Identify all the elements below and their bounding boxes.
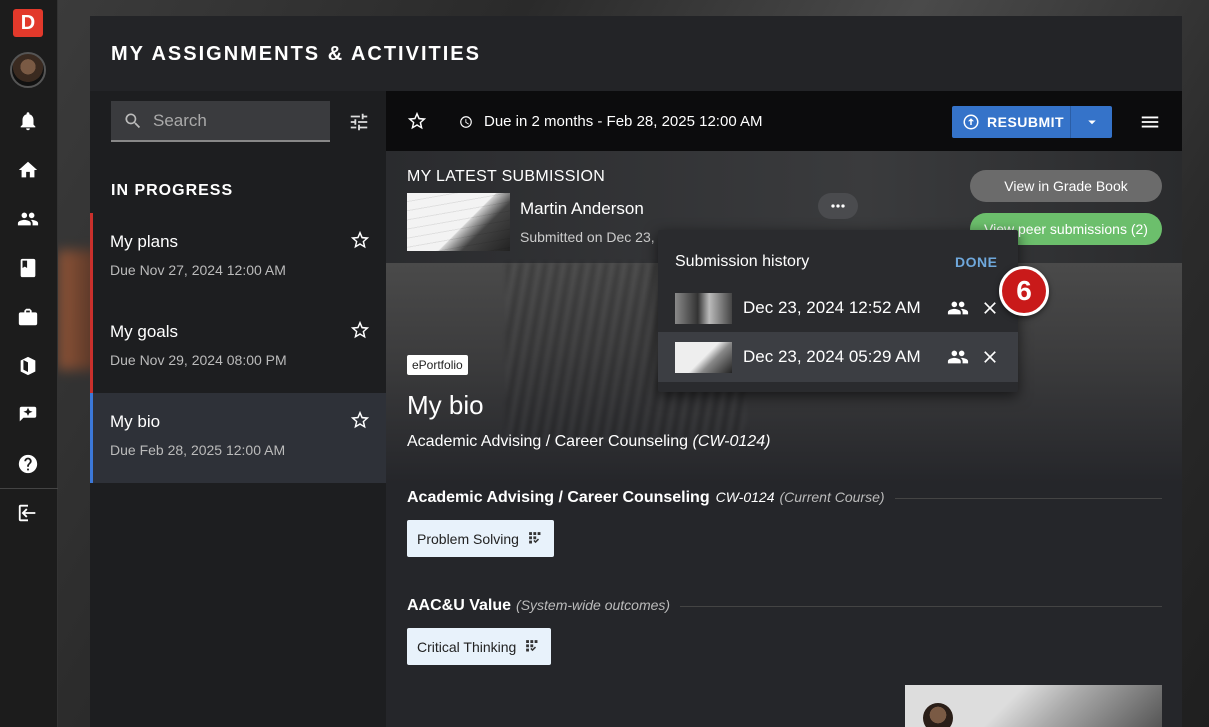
popup-title: Submission history bbox=[675, 253, 810, 270]
rail-divider bbox=[0, 488, 58, 489]
done-button[interactable]: DONE bbox=[955, 254, 997, 270]
latest-submission-heading: MY LATEST SUBMISSION bbox=[407, 168, 606, 185]
section-label: IN PROGRESS bbox=[111, 182, 234, 199]
badge-icon[interactable] bbox=[17, 404, 39, 426]
rubric-grid-icon bbox=[529, 532, 541, 544]
star-icon[interactable] bbox=[406, 110, 428, 132]
step-number-badge: 6 bbox=[999, 266, 1049, 316]
item-title: My bio bbox=[110, 412, 161, 431]
star-icon[interactable] bbox=[349, 319, 371, 341]
course-name: Academic Advising / Career Counseling bbox=[407, 433, 689, 450]
resubmit-split-button: RESUBMIT bbox=[952, 106, 1112, 138]
close-icon[interactable] bbox=[980, 298, 1000, 318]
book-icon[interactable] bbox=[17, 257, 39, 279]
chip-label: Problem Solving bbox=[417, 530, 519, 547]
history-entry-selected[interactable]: Dec 23, 2024 05:29 AM bbox=[658, 332, 1018, 382]
star-icon[interactable] bbox=[349, 229, 371, 251]
course-subtitle: Academic Advising / Career Counseling (C… bbox=[407, 433, 770, 451]
briefcase-icon[interactable] bbox=[17, 306, 39, 328]
resubmit-label: RESUBMIT bbox=[987, 114, 1065, 130]
people-icon[interactable] bbox=[17, 208, 39, 230]
history-thumbnail bbox=[675, 342, 732, 373]
item-title: My plans bbox=[110, 232, 179, 251]
outcome-chip-critical-thinking[interactable]: Critical Thinking bbox=[407, 628, 552, 665]
item-due-date: Due Feb 28, 2025 12:00 AM bbox=[110, 442, 286, 458]
submitted-date: Submitted on Dec 23, bbox=[520, 229, 655, 245]
detail-toolbar: Due in 2 months - Feb 28, 2025 12:00 AM … bbox=[386, 91, 1182, 151]
people-icon[interactable] bbox=[947, 346, 969, 368]
assignment-title: My bio bbox=[407, 390, 484, 420]
app-logo[interactable]: D bbox=[13, 9, 43, 37]
history-thumbnail bbox=[675, 293, 732, 324]
people-icon[interactable] bbox=[947, 297, 969, 319]
eportfolio-tag: ePortfolio bbox=[407, 355, 468, 375]
outcomes-section-system: AAC&U Value (System-wide outcomes) bbox=[407, 597, 1162, 615]
filter-button[interactable] bbox=[345, 108, 373, 136]
close-icon[interactable] bbox=[980, 347, 1000, 367]
list-item[interactable]: My goals Due Nov 29, 2024 08:00 PM bbox=[90, 303, 386, 393]
history-date: Dec 23, 2024 05:29 AM bbox=[743, 347, 921, 366]
caret-down-icon bbox=[1087, 120, 1096, 125]
section-divider bbox=[894, 497, 1162, 499]
submission-thumbnail-lines bbox=[407, 193, 510, 251]
resubmit-dropdown-button[interactable] bbox=[1071, 106, 1112, 138]
search-input[interactable] bbox=[153, 110, 323, 131]
rubric-grid-icon bbox=[526, 640, 538, 652]
item-title: My goals bbox=[110, 322, 179, 341]
nav-rail: D bbox=[0, 0, 58, 727]
history-entry[interactable]: Dec 23, 2024 12:52 AM bbox=[658, 283, 1018, 333]
page-title: MY ASSIGNMENTS & ACTIVITIES bbox=[111, 43, 481, 65]
section-note: (Current Course) bbox=[779, 489, 885, 505]
list-item[interactable]: My plans Due Nov 27, 2024 12:00 AM bbox=[90, 213, 386, 303]
section-note: (System-wide outcomes) bbox=[516, 597, 671, 613]
more-options-button[interactable] bbox=[818, 193, 858, 219]
list-item-selected[interactable]: My bio Due Feb 28, 2025 12:00 AM bbox=[90, 393, 386, 483]
history-date: Dec 23, 2024 12:52 AM bbox=[743, 298, 921, 317]
help-icon[interactable] bbox=[17, 453, 39, 475]
section-name: Academic Advising / Career Counseling bbox=[407, 489, 710, 506]
item-due-date: Due Nov 29, 2024 08:00 PM bbox=[110, 352, 287, 368]
section-divider bbox=[680, 605, 1162, 607]
outcomes-section-course: Academic Advising / Career Counseling CW… bbox=[407, 489, 1162, 507]
bell-icon[interactable] bbox=[17, 110, 39, 132]
assignments-panel: MY ASSIGNMENTS & ACTIVITIES IN PROGRESS … bbox=[90, 16, 1182, 727]
more-horizontal-icon bbox=[831, 204, 845, 208]
outcome-chip-problem-solving[interactable]: Problem Solving bbox=[407, 520, 554, 557]
menu-icon[interactable] bbox=[1139, 111, 1161, 133]
portfolio-icon[interactable] bbox=[17, 355, 39, 377]
assignment-detail: Due in 2 months - Feb 28, 2025 12:00 AM … bbox=[386, 91, 1182, 727]
section-name: AAC&U Value bbox=[407, 597, 512, 614]
avatar bbox=[923, 703, 953, 727]
due-date-text: Due in 2 months - Feb 28, 2025 12:00 AM bbox=[484, 113, 763, 130]
upload-circle-icon bbox=[963, 114, 979, 130]
submitter-name: Martin Anderson bbox=[520, 199, 644, 218]
clock-icon bbox=[459, 115, 473, 129]
item-due-date: Due Nov 27, 2024 12:00 AM bbox=[110, 262, 286, 278]
user-avatar[interactable] bbox=[10, 52, 46, 88]
course-code: (CW-0124) bbox=[692, 433, 771, 450]
submission-history-popup: Submission history DONE Dec 23, 2024 12:… bbox=[658, 230, 1018, 392]
logout-icon[interactable] bbox=[17, 502, 39, 524]
view-grade-book-button[interactable]: View in Grade Book bbox=[970, 170, 1162, 202]
search-box[interactable] bbox=[111, 101, 330, 142]
assignment-list: IN PROGRESS My plans Due Nov 27, 2024 12… bbox=[90, 91, 386, 727]
filter-sliders-icon bbox=[350, 113, 368, 131]
search-icon bbox=[125, 113, 141, 128]
resubmit-button[interactable]: RESUBMIT bbox=[952, 106, 1071, 138]
home-icon[interactable] bbox=[17, 159, 39, 181]
section-code: CW-0124 bbox=[715, 489, 775, 505]
chip-label: Critical Thinking bbox=[417, 638, 517, 655]
star-icon[interactable] bbox=[349, 409, 371, 431]
